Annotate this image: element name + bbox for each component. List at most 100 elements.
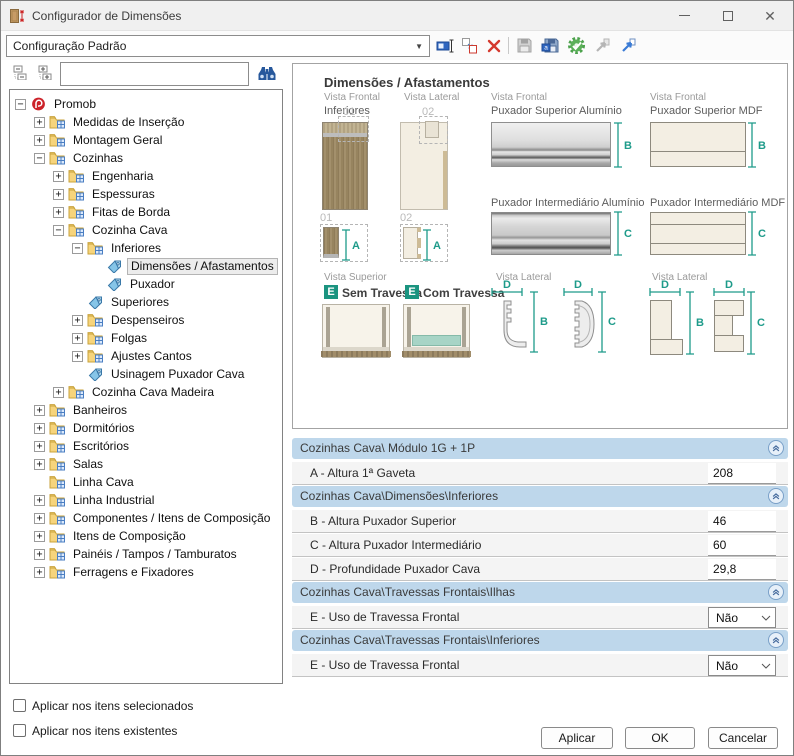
tree-expander-icon[interactable]: + xyxy=(34,117,45,128)
apply-selected-checkbox[interactable] xyxy=(13,699,26,712)
property-value-input[interactable]: 29,8 xyxy=(708,559,776,580)
minimize-button[interactable] xyxy=(668,1,700,30)
copy-configuration-button[interactable] xyxy=(458,34,481,57)
tree-item[interactable]: +Ferragens e Fixadores xyxy=(10,563,282,581)
tree-item[interactable]: +Ajustes Cantos xyxy=(10,347,282,365)
tree-item-label: Espessuras xyxy=(89,187,158,202)
property-value-input[interactable]: 208 xyxy=(708,463,776,484)
property-value-input[interactable]: 46 xyxy=(708,511,776,532)
tree-expander-icon[interactable]: + xyxy=(53,171,64,182)
collapse-all-button[interactable] xyxy=(11,63,28,81)
tree-item[interactable]: + Espessuras xyxy=(10,185,282,203)
svg-text:C: C xyxy=(758,228,766,240)
tree-item-label: Linha Industrial xyxy=(70,493,157,508)
tree-expander-icon[interactable]: + xyxy=(53,207,64,218)
tree-item[interactable]: +Medidas de Inserção xyxy=(10,113,282,131)
expand-all-button[interactable] xyxy=(36,63,53,81)
collapse-chevron-icon[interactable] xyxy=(768,584,784,600)
apply-button[interactable]: Aplicar xyxy=(541,727,613,749)
property-dropdown[interactable]: Não xyxy=(708,607,776,628)
tree-item[interactable]: −Cozinhas xyxy=(10,149,282,167)
tree-item[interactable]: +Banheiros xyxy=(10,401,282,419)
tree-item[interactable]: +Dormitórios xyxy=(10,419,282,437)
tree-expander-icon[interactable]: + xyxy=(34,549,45,560)
delete-configuration-button[interactable] xyxy=(482,34,505,57)
collapse-chevron-icon[interactable] xyxy=(768,488,784,504)
tree-item[interactable]: +Itens de Composição xyxy=(10,527,282,545)
tree-expander-icon[interactable]: + xyxy=(72,333,83,344)
tree-item[interactable]: Linha Cava xyxy=(10,473,282,491)
property-section-header[interactable]: Cozinhas Cava\Dimensões\Inferiores xyxy=(292,486,788,507)
collapse-chevron-icon[interactable] xyxy=(768,440,784,456)
collapse-chevron-icon[interactable] xyxy=(768,632,784,648)
delete-icon xyxy=(486,38,502,54)
tree-item[interactable]: +Fitas de Borda xyxy=(10,203,282,221)
tree-item[interactable]: +Escritórios xyxy=(10,437,282,455)
tree-item[interactable]: −Promob xyxy=(10,95,282,113)
tree-item[interactable]: + Engenharia xyxy=(10,167,282,185)
tree-expander-icon[interactable]: − xyxy=(53,225,64,236)
tree-expander-icon[interactable]: + xyxy=(53,189,64,200)
folder-icon xyxy=(49,403,66,417)
tree-expander-icon[interactable]: − xyxy=(72,243,83,254)
search-button[interactable] xyxy=(255,64,279,82)
ok-button[interactable]: OK xyxy=(625,727,695,749)
tree-expander-icon[interactable]: + xyxy=(34,405,45,416)
view-label: Vista Superior xyxy=(324,272,387,283)
maximize-button[interactable] xyxy=(712,1,744,30)
tree-item[interactable]: +Montagem Geral xyxy=(10,131,282,149)
link-reference-button[interactable] xyxy=(617,34,640,57)
tree-item[interactable]: +Painéis / Tampos / Tamburatos xyxy=(10,545,282,563)
tree-expander-icon[interactable]: + xyxy=(34,423,45,434)
tree-expander-icon[interactable]: + xyxy=(34,135,45,146)
tree-item[interactable]: Superiores xyxy=(10,293,282,311)
tree-expander-icon[interactable]: + xyxy=(34,441,45,452)
close-button[interactable]: ✕ xyxy=(754,1,786,30)
cancel-button[interactable]: Cancelar xyxy=(708,727,778,749)
tree-item[interactable]: −Cozinha Cava xyxy=(10,221,282,239)
tree-expander-icon[interactable]: + xyxy=(72,351,83,362)
export-configuration-button[interactable]: a xyxy=(539,34,562,57)
validate-configuration-button[interactable] xyxy=(565,34,588,57)
property-dropdown[interactable]: Não xyxy=(708,655,776,676)
tree-expander-icon[interactable]: + xyxy=(34,513,45,524)
tree-item[interactable]: Dimensões / Afastamentos xyxy=(10,257,282,275)
rename-configuration-button[interactable] xyxy=(434,34,457,57)
tree-item[interactable]: +Despenseiros xyxy=(10,311,282,329)
property-section-header[interactable]: Cozinhas Cava\Travessas Frontais\Ilhas xyxy=(292,582,788,603)
property-section-header[interactable]: Cozinhas Cava\Travessas Frontais\Inferio… xyxy=(292,630,788,651)
tree-expander-icon[interactable]: + xyxy=(53,387,64,398)
property-section-title: Cozinhas Cava\Travessas Frontais\Ilhas xyxy=(300,585,515,599)
tree-expander-icon[interactable]: − xyxy=(15,99,26,110)
import-reference-button[interactable] xyxy=(591,34,614,57)
folder-icon xyxy=(49,547,66,561)
tree-item-label: Linha Cava xyxy=(70,475,137,490)
tree-expander-icon[interactable]: + xyxy=(34,495,45,506)
tree-item-label: Puxador xyxy=(127,277,178,292)
tree-item[interactable]: +Componentes / Itens de Composição xyxy=(10,509,282,527)
tree-item[interactable]: −Inferiores xyxy=(10,239,282,257)
travessa-strip xyxy=(412,335,461,346)
tree-item[interactable]: Usinagem Puxador Cava xyxy=(10,365,282,383)
tree-item[interactable]: + Salas xyxy=(10,455,282,473)
tree-item-label: Salas xyxy=(70,457,106,472)
tree-expander-icon[interactable]: + xyxy=(72,315,83,326)
tree-expander-icon[interactable]: + xyxy=(34,567,45,578)
minimize-icon xyxy=(679,15,690,16)
tree-item[interactable]: +Cozinha Cava Madeira xyxy=(10,383,282,401)
search-input[interactable] xyxy=(60,62,249,86)
tree-item[interactable]: +Folgas xyxy=(10,329,282,347)
tree-item-label: Engenharia xyxy=(89,169,156,184)
save-button[interactable] xyxy=(513,34,536,57)
property-section-header[interactable]: Cozinhas Cava\ Módulo 1G + 1P xyxy=(292,438,788,459)
apply-existing-checkbox[interactable] xyxy=(13,724,26,737)
folder-icon xyxy=(49,439,66,453)
configuration-selector[interactable]: Configuração Padrão ▼ xyxy=(6,35,430,57)
chevron-down-icon xyxy=(761,663,771,669)
tree-expander-icon[interactable]: − xyxy=(34,153,45,164)
tree-item[interactable]: + Linha Industrial xyxy=(10,491,282,509)
tree-expander-icon[interactable]: + xyxy=(34,531,45,542)
property-value-input[interactable]: 60 xyxy=(708,535,776,556)
tree-expander-icon[interactable]: + xyxy=(34,459,45,470)
tree-item[interactable]: Puxador xyxy=(10,275,282,293)
